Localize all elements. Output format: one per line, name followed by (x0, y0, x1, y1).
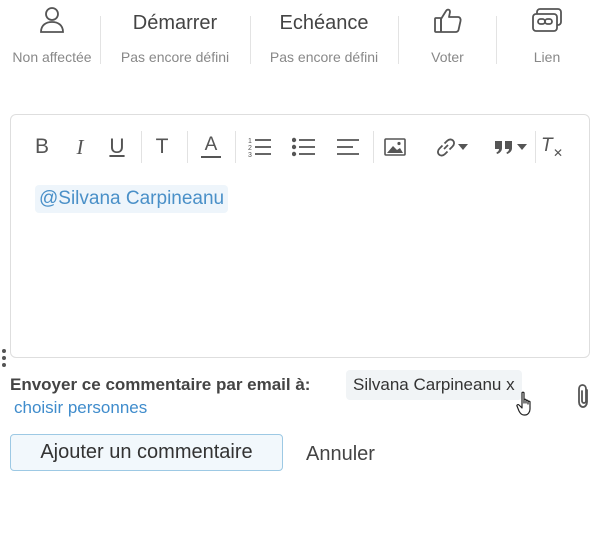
toolbar-divider (141, 131, 142, 163)
task-action-bar: Non affectée Démarrer Pas encore défini … (0, 0, 600, 80)
mention-tag[interactable]: @Silvana Carpineanu (35, 185, 229, 213)
due-date-button[interactable]: Echéance Pas encore défini (252, 0, 396, 66)
ordered-list-button[interactable]: 1 2 3 (247, 129, 273, 165)
due-date-title: Echéance (279, 12, 369, 34)
clear-format-icon: T ✕ (541, 135, 564, 160)
heading-button[interactable]: T (151, 129, 173, 165)
link-chain-icon (437, 138, 455, 157)
email-notify-label: Envoyer ce commentaire par email à: (10, 375, 311, 394)
svg-text:2: 2 (248, 145, 252, 152)
bold-icon: B (34, 135, 49, 158)
image-icon (384, 138, 406, 156)
chevron-down-icon (516, 144, 527, 150)
divider (496, 16, 497, 64)
thumbs-up-icon (400, 0, 495, 40)
link-label: Lien (533, 49, 561, 65)
vote-button[interactable]: Voter (400, 0, 495, 66)
italic-icon: I (76, 134, 84, 159)
italic-button[interactable]: I (69, 129, 91, 165)
svg-text:3: 3 (248, 152, 252, 158)
bullet-list-icon (292, 137, 315, 157)
insert-image-button[interactable] (383, 129, 407, 165)
link-icon (498, 0, 596, 40)
toolbar-divider (535, 131, 536, 163)
clear-format-button[interactable]: T ✕ (539, 129, 563, 165)
add-comment-button[interactable]: Ajouter un commentaire (10, 434, 283, 471)
divider (398, 16, 399, 64)
link-button[interactable]: Lien (498, 0, 596, 66)
cancel-button[interactable]: Annuler (300, 436, 381, 472)
svg-text:1: 1 (248, 138, 252, 145)
due-date-value: Pas encore défini (269, 49, 379, 65)
heading-icon: T (155, 135, 169, 158)
quote-icon (494, 141, 512, 154)
divider (100, 16, 101, 64)
chevron-down-icon (458, 144, 468, 150)
bullet-list-button[interactable] (291, 129, 317, 165)
toolbar-divider (373, 131, 374, 163)
choose-people-link[interactable]: choisir personnes (14, 398, 147, 418)
ordered-list-icon: 1 2 3 (248, 138, 271, 158)
vote-label: Voter (431, 49, 464, 65)
editor-toolbar: B I U T A 1 2 3 T ✕ (11, 129, 589, 165)
underline-icon: U (109, 135, 125, 158)
toolbar-divider (235, 131, 236, 163)
hand-pointer-cursor-icon (516, 391, 536, 417)
assignee-label: Non affectée (12, 49, 92, 65)
email-notify-row: Envoyer ce commentaire par email à: (10, 372, 310, 398)
underline-button[interactable]: U (105, 129, 129, 165)
bold-button[interactable]: B (31, 129, 53, 165)
start-date-button[interactable]: Démarrer Pas encore défini (102, 0, 248, 66)
quote-button[interactable] (489, 129, 531, 165)
align-button[interactable] (335, 129, 361, 165)
start-date-value: Pas encore défini (120, 49, 230, 65)
text-color-button[interactable]: A (199, 129, 223, 165)
text-color-icon: A (201, 135, 221, 158)
comment-editor[interactable]: B I U T A 1 2 3 T ✕ @Silvana Carpineanu (10, 114, 590, 358)
divider (250, 16, 251, 64)
insert-link-button[interactable] (427, 129, 475, 165)
paperclip-icon (578, 384, 588, 408)
user-icon (4, 0, 100, 40)
drag-handle-icon[interactable] (2, 349, 8, 371)
attachment-button[interactable] (574, 383, 594, 409)
recipient-chip[interactable]: Silvana Carpineanu x (346, 370, 522, 400)
toolbar-divider (187, 131, 188, 163)
start-date-title: Démarrer (132, 12, 218, 34)
align-left-icon (337, 139, 359, 155)
assignee-button[interactable]: Non affectée (4, 0, 100, 66)
